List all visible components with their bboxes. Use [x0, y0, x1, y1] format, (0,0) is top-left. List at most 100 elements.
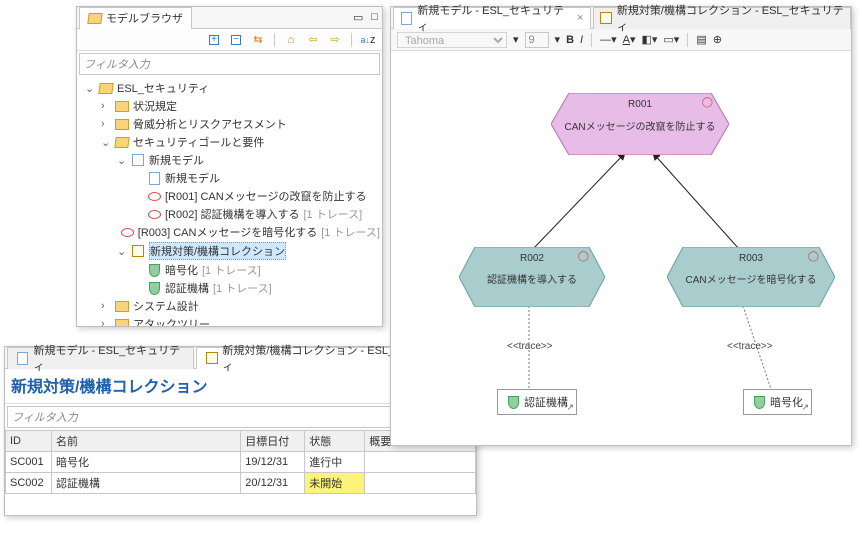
twisty-icon[interactable]: ⌄	[117, 245, 127, 258]
table-row[interactable]: SC001暗号化19/12/31進行中	[6, 452, 476, 473]
goal-node-r002[interactable]: R002 ◯ 認証機構を導入する	[459, 247, 605, 307]
tree-node-label: 暗号化	[165, 262, 198, 278]
folder-open-icon	[99, 81, 113, 95]
folder-open-icon	[115, 135, 129, 149]
forward-button[interactable]: ⇨	[327, 32, 343, 48]
box-icon	[131, 244, 145, 258]
tree-node-label: アタックツリー	[133, 316, 210, 326]
trace-count: [1 トレース]	[213, 280, 272, 296]
italic-button[interactable]: I	[580, 34, 583, 46]
tree-node-label: 新規モデル	[165, 170, 220, 186]
tab-model-browser[interactable]: モデルブラウザ	[79, 7, 192, 29]
restore-icon[interactable]: □	[371, 11, 378, 24]
trace-count: [1 トレース]	[202, 262, 261, 278]
tree-node[interactable]: ⌄セキュリティゴールと要件	[81, 133, 380, 151]
shield-icon	[147, 263, 161, 277]
fill-color-button[interactable]: ◧▾	[641, 33, 657, 46]
model-browser-panel: モデルブラウザ ▭ □ + − ⇆ ⌂ ⇦ ⇨ a↓z フィルタ入力 ⌄ESL_…	[76, 6, 383, 327]
sort-button[interactable]: a↓z	[360, 32, 376, 48]
twisty-icon[interactable]: ⌄	[117, 154, 127, 167]
tree-node[interactable]: ›システム設計	[81, 297, 380, 315]
minimize-icon[interactable]: ▭	[353, 11, 363, 24]
tab-diagram-inactive[interactable]: 新規対策/機構コレクション - ESL_セキュリティ	[593, 7, 851, 29]
diagram-canvas[interactable]: R001 ◯ CANメッセージの改竄を防止する R002 ◯ 認証機構を導入する…	[391, 51, 851, 445]
column-header[interactable]: 目標日付	[241, 431, 305, 452]
goal-node-r001[interactable]: R001 ◯ CANメッセージの改竄を防止する	[551, 93, 729, 155]
font-select[interactable]: Tahoma	[397, 32, 507, 48]
dropdown-icon: ▾	[555, 33, 561, 46]
mdl-doc-icon	[147, 171, 161, 185]
tree-node[interactable]: ⌄ESL_セキュリティ	[81, 79, 380, 97]
toolbar-separator	[591, 33, 592, 47]
tree-node[interactable]: [R002] 認証機構を導入する [1 トレース]	[81, 205, 380, 223]
tree-node-label: 脅威分析とリスクアセスメント	[133, 116, 287, 132]
mechanism-label: 認証機構	[524, 394, 568, 410]
collection-icon	[600, 11, 613, 25]
grid-button[interactable]: ▤	[696, 33, 706, 46]
twisty-icon[interactable]: ›	[101, 118, 111, 130]
link-editor-button[interactable]: ⇆	[250, 32, 266, 48]
tab-new-model[interactable]: 新規モデル - ESL_セキュリティ	[7, 347, 194, 369]
line-style-button[interactable]: —▾	[600, 33, 617, 46]
tree-node[interactable]: › 脅威分析とリスクアセスメント	[81, 115, 380, 133]
tree-node-label: [R001] CANメッセージの改竄を防止する	[165, 188, 366, 204]
folder-icon	[115, 117, 129, 131]
tree-node[interactable]: › アタックツリー	[81, 315, 380, 326]
twisty-icon[interactable]: ›	[101, 318, 111, 326]
zoom-button[interactable]: ⊕	[713, 33, 722, 46]
tree-node[interactable]: [R003] CANメッセージを暗号化する [1 トレース]	[81, 223, 380, 241]
tree-node[interactable]: 暗号化 [1 トレース]	[81, 261, 380, 279]
column-header[interactable]: 名前	[52, 431, 241, 452]
diagram-panel: 新規モデル - ESL_セキュリティ × 新規対策/機構コレクション - ESL…	[390, 6, 852, 446]
table-cell-name: 暗号化	[52, 452, 241, 473]
folder-icon	[115, 99, 129, 113]
tree-node[interactable]: 新規モデル	[81, 169, 380, 187]
oval-icon: ◯	[702, 97, 713, 108]
goal-node-r003[interactable]: R003 ◯ CANメッセージを暗号化する	[667, 247, 835, 307]
oval-icon: ◯	[578, 251, 589, 262]
column-header[interactable]: ID	[6, 431, 52, 452]
font-color-button[interactable]: A▾	[623, 33, 636, 46]
mechanism-node-auth[interactable]: 認証機構 ↗	[497, 389, 577, 415]
mdl-icon	[131, 153, 145, 167]
browser-tab-label: モデルブラウザ	[106, 10, 183, 26]
oval-icon	[147, 189, 161, 203]
node-text: CANメッセージの改竄を防止する	[551, 118, 729, 133]
node-text: 認証機構を導入する	[459, 271, 605, 286]
tree-node[interactable]: ⌄新規対策/機構コレクション	[81, 241, 380, 261]
home-button[interactable]: ⌂	[283, 32, 299, 48]
filter-input[interactable]: フィルタ入力	[79, 53, 380, 75]
trace-count: [1 トレース]	[303, 206, 362, 222]
table-cell-date: 20/12/31	[241, 473, 305, 494]
tree-node[interactable]: [R001] CANメッセージの改竄を防止する	[81, 187, 380, 205]
close-tab-icon[interactable]: ×	[577, 12, 583, 24]
twisty-icon[interactable]: ›	[101, 300, 111, 312]
tree-node[interactable]: 認証機構 [1 トレース]	[81, 279, 380, 297]
browser-tab-row: モデルブラウザ ▭ □	[77, 7, 382, 29]
column-header[interactable]: 状態	[305, 431, 365, 452]
tree-node[interactable]: ›状況規定	[81, 97, 380, 115]
twisty-icon[interactable]: ⌄	[101, 136, 111, 149]
folder-icon	[115, 299, 129, 313]
collapse-all-button[interactable]: −	[228, 32, 244, 48]
back-button[interactable]: ⇦	[305, 32, 321, 48]
mechanism-node-crypto[interactable]: 暗号化 ↗	[743, 389, 812, 415]
table-cell-status: 進行中	[305, 452, 365, 473]
table-row[interactable]: SC002認証機構20/12/31未開始	[6, 473, 476, 494]
twisty-icon[interactable]: ›	[101, 100, 111, 112]
table-cell-status: 未開始	[305, 473, 365, 494]
tree-node[interactable]: ⌄新規モデル	[81, 151, 380, 169]
dropdown-icon: ▾	[513, 33, 519, 46]
tab-diagram-active[interactable]: 新規モデル - ESL_セキュリティ ×	[393, 7, 591, 29]
plus-icon: +	[209, 35, 219, 45]
oval-icon	[121, 225, 134, 239]
model-tree[interactable]: ⌄ESL_セキュリティ›状況規定›脅威分析とリスクアセスメント⌄セキュリティゴー…	[77, 77, 382, 326]
expand-all-button[interactable]: +	[206, 32, 222, 48]
browser-toolbar: + − ⇆ ⌂ ⇦ ⇨ a↓z	[77, 29, 382, 51]
twisty-icon[interactable]: ⌄	[85, 82, 95, 95]
tree-node-label: [R002] 認証機構を導入する	[165, 206, 299, 222]
bold-button[interactable]: B	[566, 34, 574, 46]
minus-icon: −	[231, 35, 241, 45]
folder-icon	[115, 317, 129, 326]
line-color-button[interactable]: ▭▾	[663, 33, 679, 46]
